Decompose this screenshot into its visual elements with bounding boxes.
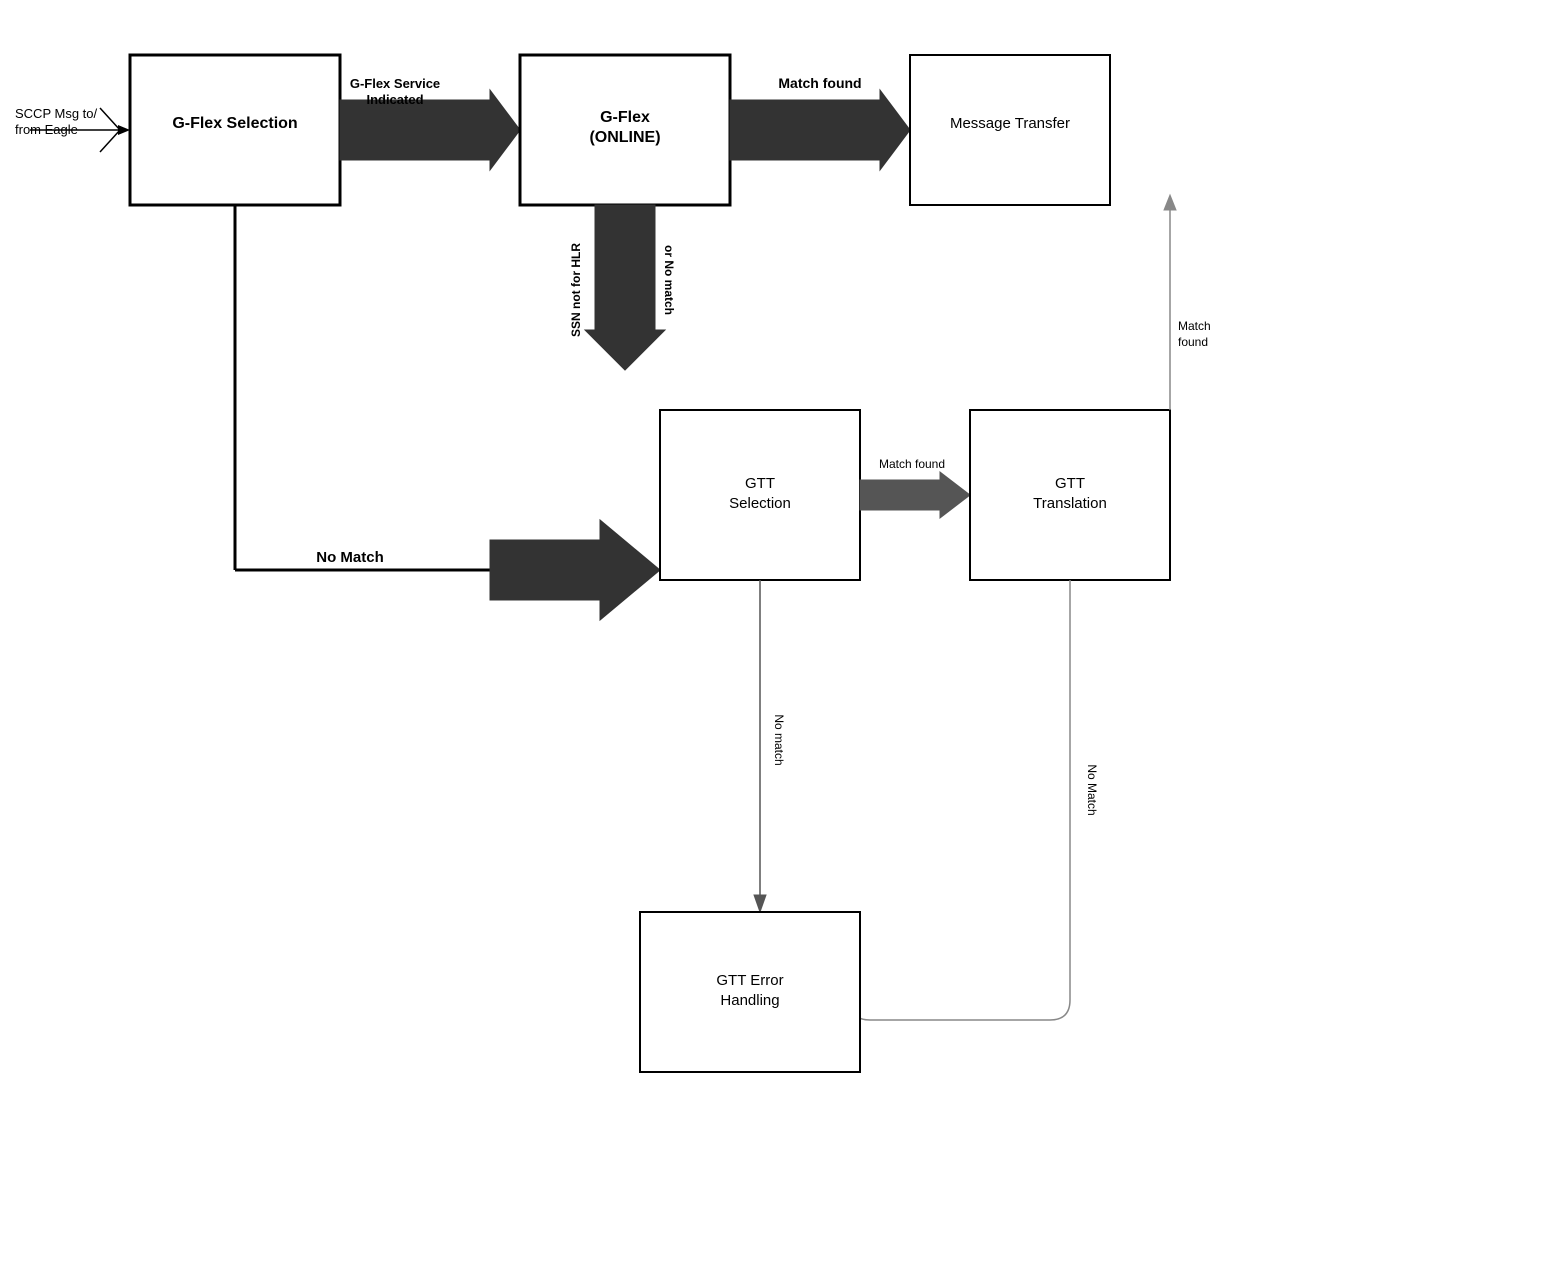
diagram-container: SCCP Msg to/ from Eagle G-Flex Selection… [0, 0, 1557, 1284]
ssn-or-no-match-label: or No match [662, 245, 676, 315]
gflex-selection-label: G-Flex Selection [172, 115, 297, 132]
match-found-top-arrow [730, 90, 910, 170]
gflex-online-label2: (ONLINE) [589, 129, 660, 146]
gtt-translation-label1: GTT [1055, 475, 1085, 492]
gtt-match-found-arrow [860, 472, 970, 518]
gtt-translation-label2: Translation [1033, 495, 1107, 512]
gtt-error-label2: Handling [720, 992, 779, 1009]
gflex-service-label: G-Flex Service [350, 76, 440, 91]
no-match-label: No Match [316, 549, 384, 566]
svg-text:from Eagle: from Eagle [15, 122, 78, 137]
ssn-no-match-arrow [585, 205, 665, 370]
match-found-top-label: Match found [778, 75, 861, 91]
gtt-selection-label2: Selection [729, 495, 791, 512]
gflex-online-label1: G-Flex [600, 109, 650, 126]
match-found-right-label: Match [1178, 319, 1211, 333]
gtt-error-label1: GTT Error [716, 972, 783, 989]
svg-text:Indicated: Indicated [366, 92, 423, 107]
gtt-match-found-label1: Match found [879, 457, 945, 471]
no-match-trans-path [850, 580, 1070, 1020]
no-match-trans-label: No Match [1085, 764, 1099, 815]
no-match-arrow [490, 520, 660, 620]
ssn-no-hlr-label: SSN not for HLR [569, 243, 583, 337]
gtt-selection-label1: GTT [745, 475, 775, 492]
sccp-label: SCCP Msg to/ [15, 106, 98, 121]
message-transfer-label1: Message Transfer [950, 115, 1070, 132]
svg-text:found: found [1178, 335, 1208, 349]
no-match-sel-label: No match [772, 714, 786, 765]
